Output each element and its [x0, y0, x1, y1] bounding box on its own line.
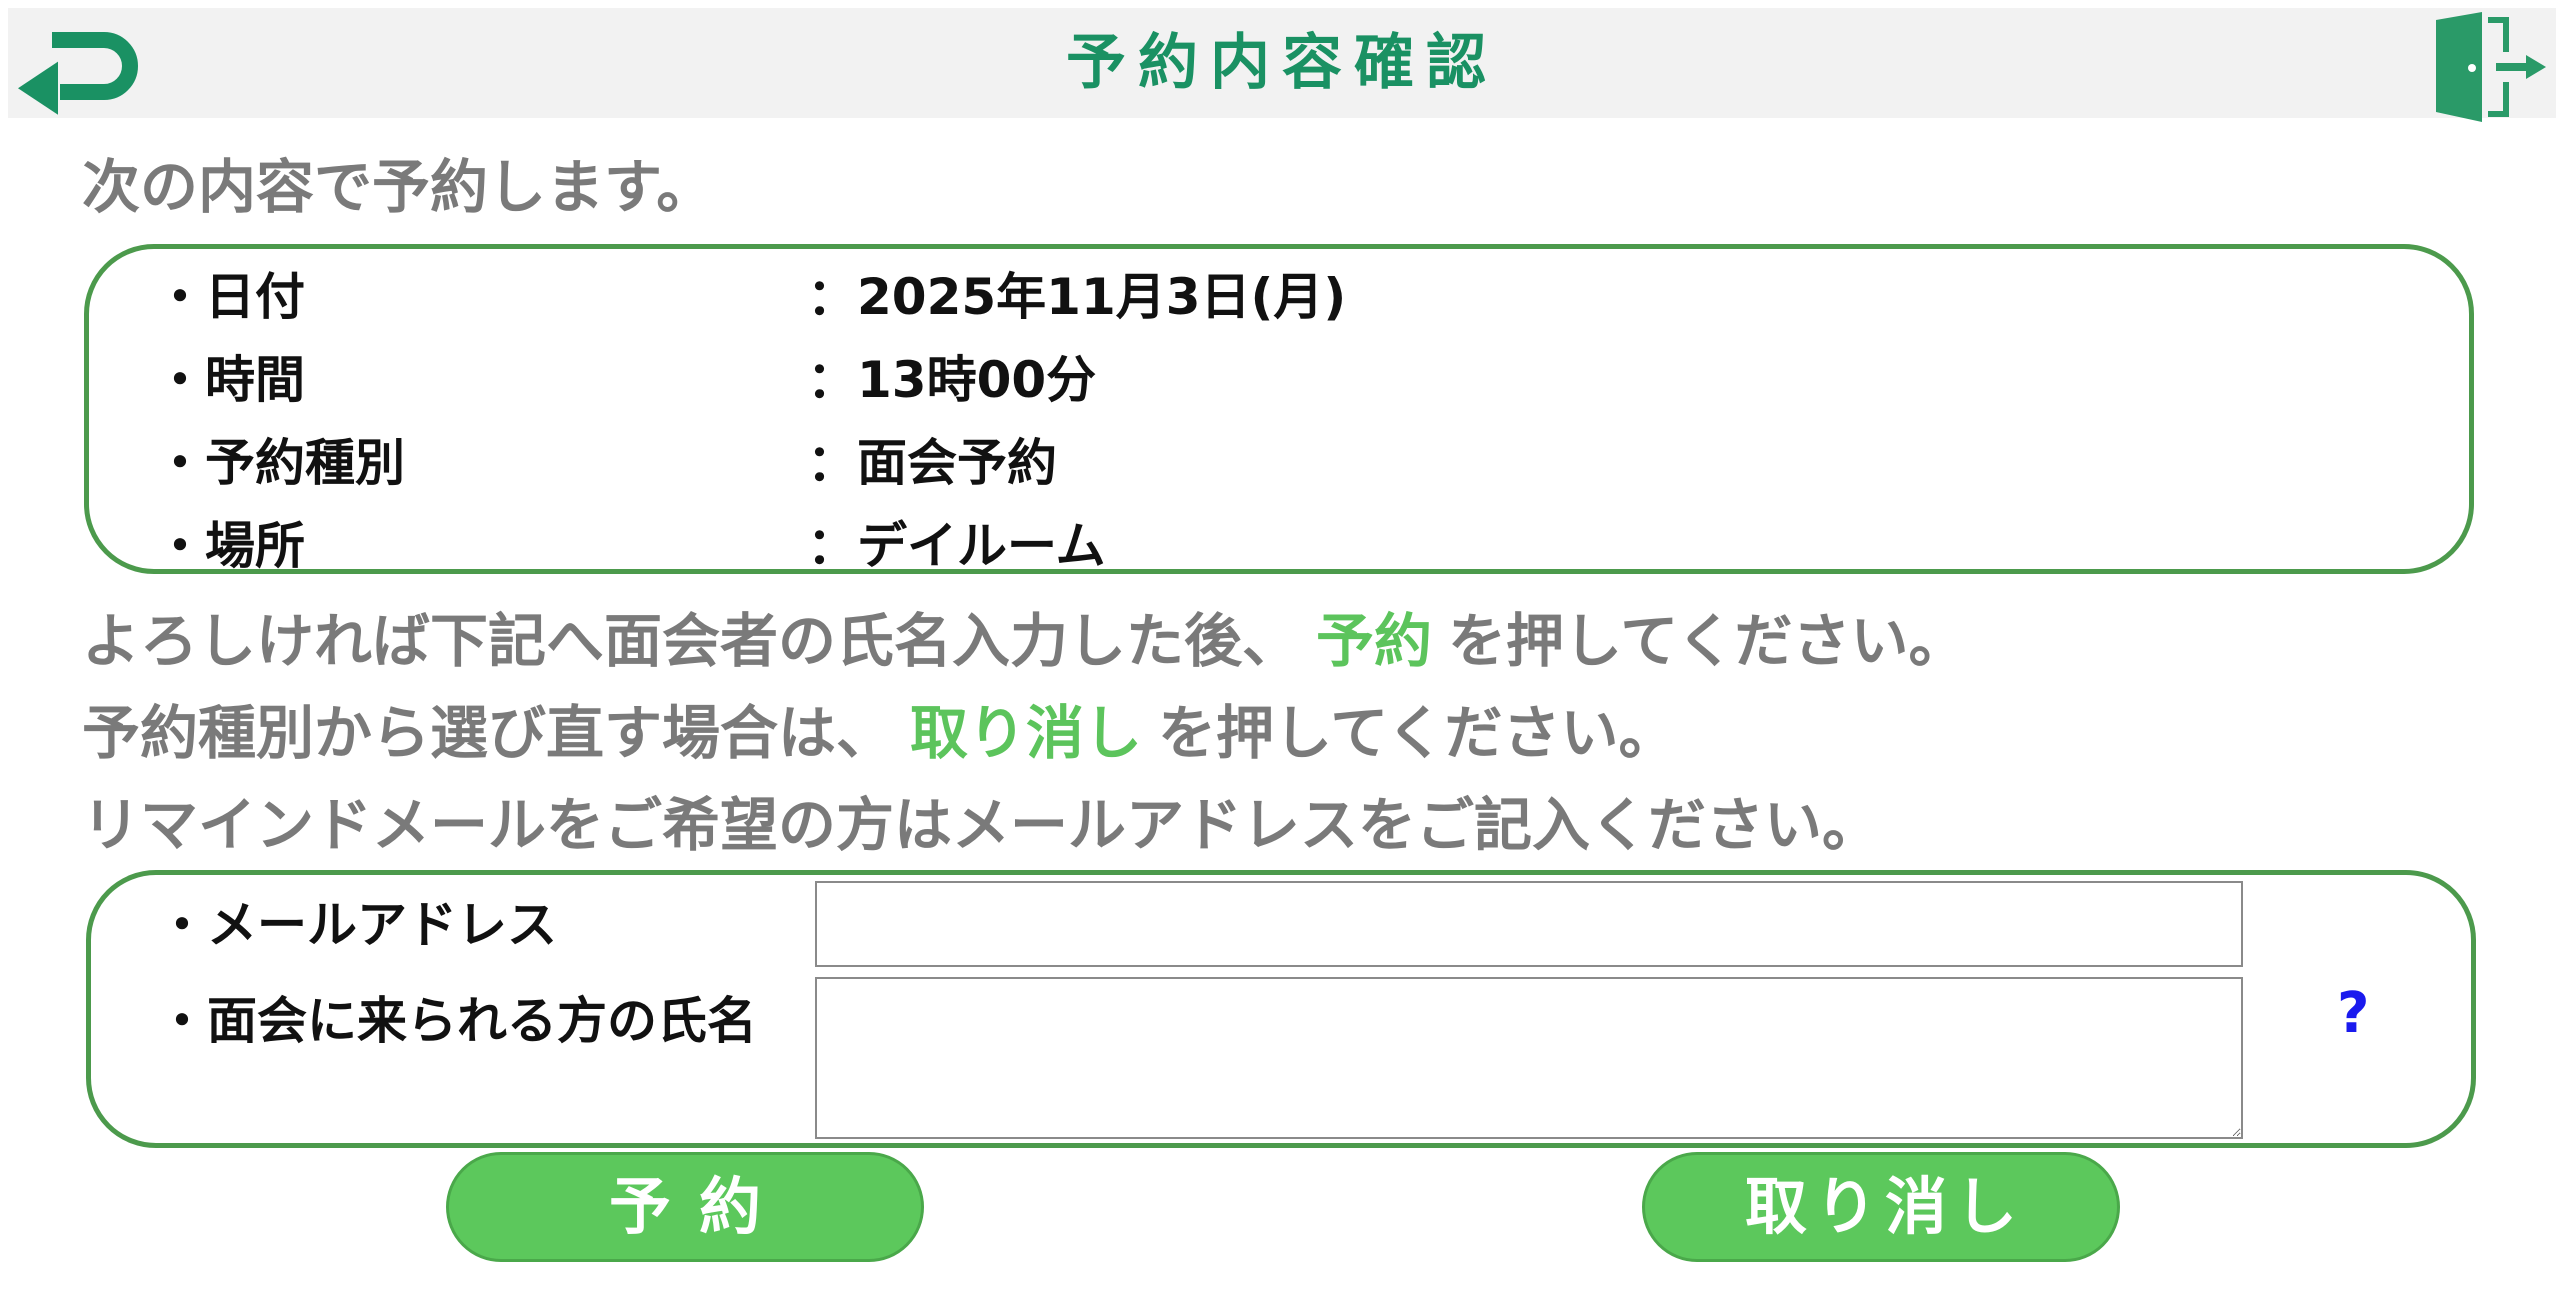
visitor-form-box: ・メールアドレス ・面会に来られる方の氏名 ?: [86, 870, 2476, 1148]
exit-button[interactable]: [2422, 12, 2552, 122]
detail-row-type: ・予約種別 ：面会予約: [89, 423, 2469, 493]
detail-row-place: ・場所 ：デイルーム: [89, 506, 2469, 576]
page: 予約内容確認 次の内容で予約します。 ・日付 ：2025年11月3日(月) ・時…: [0, 0, 2565, 1311]
detail-value: ：2025年11月3日(月): [807, 268, 1347, 326]
detail-label: ・場所: [155, 517, 305, 575]
cancel-button[interactable]: 取り消し: [1642, 1152, 2120, 1262]
detail-row-date: ・日付 ：2025年11月3日(月): [89, 257, 2469, 327]
email-field[interactable]: [815, 881, 2243, 967]
visitor-name-label: ・面会に来られる方の氏名: [157, 992, 757, 1050]
detail-value: ：面会予約: [807, 434, 1057, 492]
help-question-icon[interactable]: ?: [2337, 981, 2369, 1046]
detail-row-time: ・時間 ：13時00分: [89, 340, 2469, 410]
back-button[interactable]: [12, 18, 142, 118]
instruction-line-2: 予約種別から選び直す場合は、 取り消し を押してください。: [82, 686, 1677, 770]
intro-text: 次の内容で予約します。: [82, 153, 715, 221]
exit-door-icon: [2436, 12, 2546, 122]
reserve-button[interactable]: 予約: [446, 1152, 924, 1262]
instruction-text: よろしければ下記へ面会者の氏名入力した後、: [82, 607, 1301, 675]
page-title: 予約内容確認: [1066, 28, 1498, 98]
detail-label: ・予約種別: [155, 434, 405, 492]
header-bar: 予約内容確認: [8, 8, 2556, 122]
instruction-text: を押してください。: [1158, 699, 1677, 767]
back-arrow-icon: [18, 32, 138, 115]
detail-label: ・日付: [155, 268, 305, 326]
instruction-line-1: よろしければ下記へ面会者の氏名入力した後、 予約 を押してください。: [82, 594, 1967, 678]
detail-value: ：デイルーム: [807, 517, 1106, 575]
instruction-text: 予約種別から選び直す場合は、: [82, 699, 895, 767]
detail-label: ・時間: [155, 351, 305, 409]
reserve-keyword: 予約: [1316, 607, 1433, 675]
email-label: ・メールアドレス: [157, 896, 557, 954]
cancel-keyword: 取り消し: [910, 699, 1143, 767]
visitor-name-field[interactable]: [815, 977, 2243, 1139]
instruction-text: を押してください。: [1448, 607, 1967, 675]
instruction-line-3: リマインドメールをご希望の方はメールアドレスをご記入ください。: [82, 791, 1881, 859]
reservation-details-box: ・日付 ：2025年11月3日(月) ・時間 ：13時00分 ・予約種別 ：面会…: [84, 244, 2474, 576]
detail-value: ：13時00分: [807, 351, 1097, 409]
